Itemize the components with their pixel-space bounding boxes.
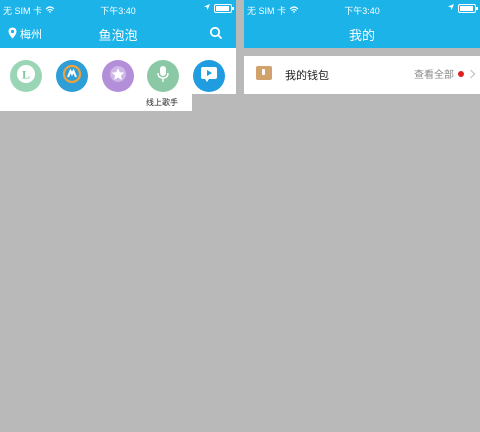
wallet-label: 我的钱包 [285,70,329,82]
shortcut-row: L 线上歌手 [0,48,236,111]
status-time: 下午3:40 [344,6,380,16]
shortcut-overwatch[interactable] [56,60,88,92]
status-time: 下午3:40 [100,6,136,16]
shortcut-online-singer[interactable] [147,60,179,92]
page-title: 鱼泡泡 [98,28,138,43]
left-screen: 无 SIM 卡 下午3:40 梅州 鱼泡泡 L 线上歌手 [0,0,236,111]
star-icon [107,63,129,90]
letter-l-icon: L [15,63,37,90]
wallet-icon [256,66,272,80]
shortcut-video[interactable] [193,60,225,92]
right-screen: 无 SIM 卡 下午3:40 我的 我的钱包 查看全部 [244,0,480,94]
shortcut-letter-l[interactable]: L [10,60,42,92]
play-icon [198,63,220,90]
shortcut-star[interactable] [102,60,134,92]
battery-icon [214,3,234,13]
status-bar: 无 SIM 卡 下午3:40 [244,0,480,18]
battery-icon [458,3,478,13]
location-arrow-icon [447,3,455,13]
microphone-icon [152,63,174,90]
nav-bar: 我的 [244,18,480,48]
nav-bar: 梅州 鱼泡泡 [0,18,236,48]
chevron-right-icon [466,69,476,78]
svg-text:L: L [22,67,30,81]
overwatch-icon [61,63,83,90]
status-bar: 无 SIM 卡 下午3:40 [0,0,236,18]
page-title: 我的 [348,28,375,43]
shortcut-label-online-singer: 线上歌手 [146,98,178,107]
wallet-row[interactable]: 我的钱包 查看全部 [244,56,480,94]
view-all-link[interactable]: 查看全部 [414,66,454,81]
location-arrow-icon [203,3,211,13]
notification-dot [458,70,464,77]
search-icon[interactable] [208,25,224,41]
